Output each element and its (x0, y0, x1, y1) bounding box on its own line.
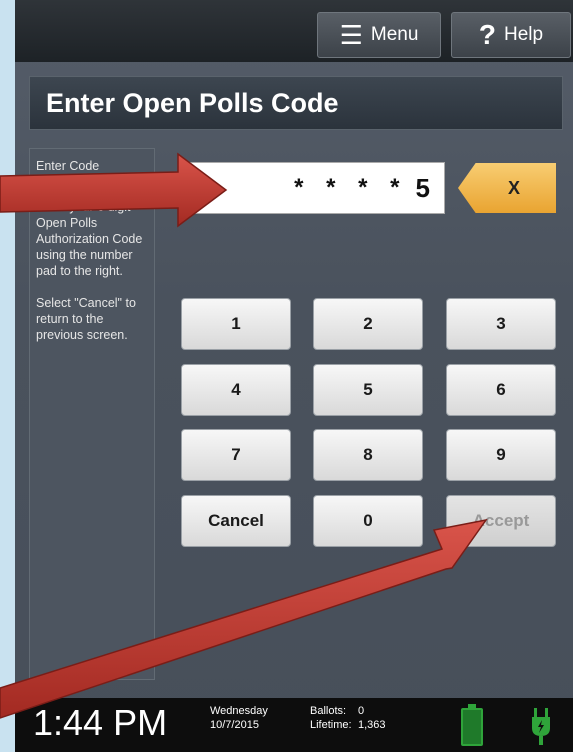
instructions-heading: Enter Code (36, 159, 100, 173)
key-7[interactable]: 7 (181, 429, 291, 481)
clear-label: X (507, 177, 520, 198)
menu-label: Menu (370, 24, 419, 45)
status-bar: 1:44 PM Wednesday 10/7/2015 Ballots: 0 Li… (15, 698, 573, 752)
clock: 1:44 PM (33, 702, 168, 743)
key-4[interactable]: 4 (181, 364, 291, 416)
menu-icon: ☰ (339, 20, 363, 50)
key-6[interactable]: 6 (446, 364, 556, 416)
title-bar: Enter Open Polls Code (29, 76, 563, 130)
lifetime-label: Lifetime: (310, 719, 352, 731)
cancel-instructions-text: Select "Cancel" to return to the previou… (36, 296, 136, 342)
day-label: Wednesday (210, 705, 268, 717)
ballots-label: Ballots: (310, 705, 347, 717)
help-label: Help (504, 24, 544, 45)
lifetime-count: 1,363 (358, 719, 386, 731)
key-3[interactable]: 3 (446, 298, 556, 350)
key-5[interactable]: 5 (313, 364, 423, 416)
key-2[interactable]: 2 (313, 298, 423, 350)
page-title: Enter Open Polls Code (46, 87, 339, 118)
cancel-button[interactable]: Cancel (181, 495, 291, 547)
instructions-panel: Enter Code Enter your 6 digit Open Polls… (29, 148, 155, 680)
clear-button[interactable]: X (458, 163, 556, 213)
help-icon: ? (478, 19, 497, 50)
menu-button[interactable]: ☰ Menu (317, 12, 441, 58)
top-bar: ☰ Menu ? Help (15, 0, 573, 62)
date-label: 10/7/2015 (210, 719, 259, 731)
code-last-digit: 5 (415, 172, 430, 203)
ballots-count: 0 (358, 705, 365, 717)
key-1[interactable]: 1 (181, 298, 291, 350)
voting-device-screen: ☰ Menu ? Help Enter Open Polls Code Ente… (15, 0, 573, 752)
help-button[interactable]: ? Help (451, 12, 571, 58)
ballot-counts: Ballots: 0 Lifetime: 1,363 (310, 704, 386, 732)
date-block: Wednesday 10/7/2015 (210, 704, 268, 732)
code-input-field[interactable]: * * * * 5 (181, 162, 445, 214)
key-0[interactable]: 0 (313, 495, 423, 547)
accept-button[interactable]: Accept (446, 495, 556, 547)
battery-icon (461, 704, 483, 746)
power-plug-icon (532, 708, 550, 745)
key-8[interactable]: 8 (313, 429, 423, 481)
code-mask: * * * * (294, 174, 408, 201)
key-9[interactable]: 9 (446, 429, 556, 481)
instructions-text: Enter your 6 digit Open Polls Authorizat… (36, 200, 143, 278)
